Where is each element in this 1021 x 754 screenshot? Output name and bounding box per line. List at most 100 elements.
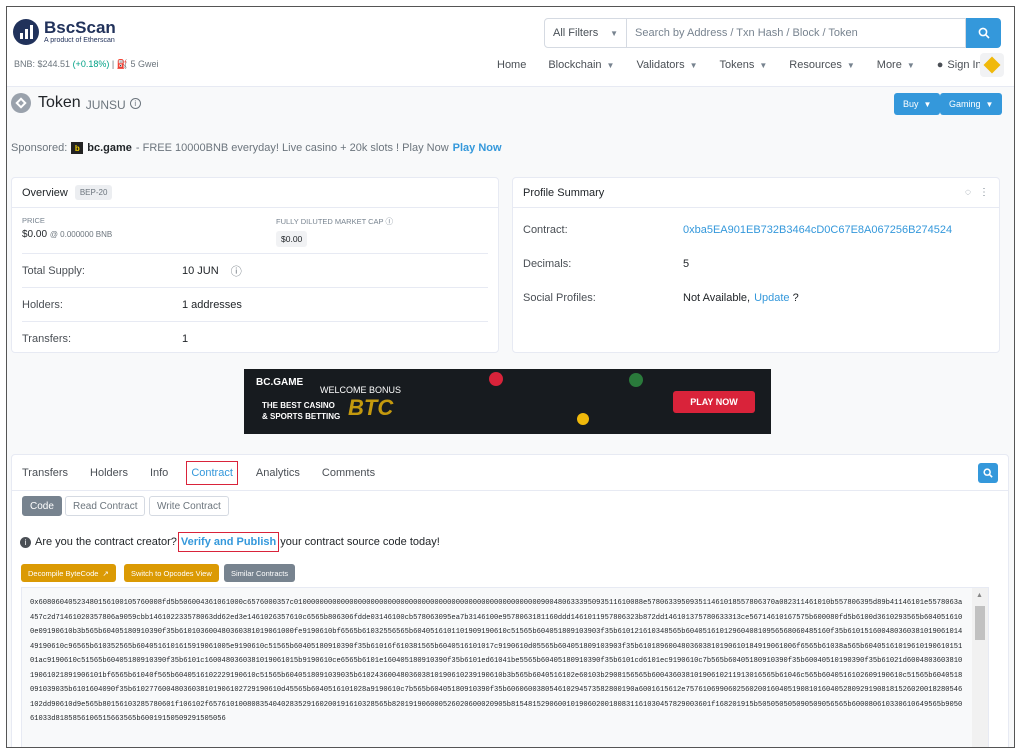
bscscan-logo[interactable]: BscScan A product of Etherscan (13, 19, 116, 45)
chevron-down-icon: ▼ (846, 60, 855, 70)
chevron-down-icon: ▼ (606, 60, 615, 70)
search-filter-select[interactable]: All Filters ▼ (544, 18, 627, 48)
scroll-thumb[interactable] (975, 606, 985, 640)
settings-icon[interactable]: ◌ (965, 187, 971, 198)
subtab-code[interactable]: Code (22, 496, 62, 516)
nav-more[interactable]: More ▼ (877, 59, 915, 71)
tab-info[interactable]: Info (150, 467, 168, 479)
search-input[interactable]: Search by Address / Txn Hash / Block / T… (627, 18, 966, 48)
tab-transfers[interactable]: Transfers (22, 467, 68, 479)
nav-validators[interactable]: Validators ▼ (636, 59, 697, 71)
subtab-read-contract[interactable]: Read Contract (65, 496, 146, 516)
chevron-down-icon: ▼ (689, 60, 698, 70)
nav-tokens[interactable]: Tokens ▼ (720, 59, 768, 71)
tab-analytics[interactable]: Analytics (256, 467, 300, 479)
supply-label: Total Supply: (22, 264, 85, 277)
tab-comments[interactable]: Comments (322, 467, 375, 479)
tab-bar: Transfers Holders Info Contract Analytic… (12, 455, 1008, 491)
logo-title: BscScan (44, 18, 116, 37)
search-button[interactable] (966, 18, 1001, 48)
bnb-icon (983, 56, 1001, 74)
verify-publish-link[interactable]: Verify and Publish (177, 532, 280, 552)
decimals-row: Decimals: 5 (523, 258, 689, 270)
gas-price: 5 Gwei (130, 59, 159, 69)
transfers-value: 1 (182, 332, 189, 345)
nav-sign-in[interactable]: ● Sign In (937, 59, 982, 71)
token-icon (11, 93, 31, 113)
social-value: Not Available, (683, 292, 751, 304)
token-name: JUNSU (85, 97, 126, 112)
nav-home[interactable]: Home (497, 59, 526, 71)
bcgame-banner[interactable]: BC.GAME WELCOME BONUS THE BEST CASINO & … (244, 369, 771, 434)
info-icon[interactable]: ⓘ (386, 217, 394, 226)
bnb-price: BNB: $244.51 (+0.18%) | ⛽ 5 Gwei (14, 59, 158, 70)
social-row: Social Profiles: Not Available, Update ? (523, 292, 799, 304)
banner-play-button[interactable]: PLAY NOW (673, 391, 755, 413)
contract-row: Contract: 0xba5EA901EB732B3464cD0C67E8A0… (523, 224, 952, 236)
fdmc-label: FULLY DILUTED MARKET CAP ⓘ (276, 217, 394, 226)
sponsored-label: Sponsored: (11, 142, 68, 154)
banner-line1: THE BEST CASINO (262, 401, 335, 410)
sponsored-brand[interactable]: bc.game (87, 142, 132, 154)
scroll-up-icon[interactable]: ▲ (976, 592, 983, 599)
token-standard-badge: BEP-20 (74, 185, 113, 200)
holders-label: Holders: (22, 298, 63, 311)
social-label: Social Profiles: (523, 292, 596, 304)
chevron-down-icon: ▼ (610, 28, 618, 38)
holders-row: Holders: 1 addresses (22, 287, 488, 321)
social-question: ? (792, 292, 799, 304)
sponsored-line: Sponsored: b bc.game - FREE 10000BNB eve… (11, 142, 502, 154)
profile-title: Profile Summary (523, 186, 605, 199)
page-title: Token (38, 94, 81, 111)
info-icon[interactable]: i (129, 97, 141, 109)
update-link[interactable]: Update (754, 292, 789, 304)
user-icon: ● (936, 59, 944, 71)
decimals-value: 5 (683, 258, 690, 270)
more-options-icon[interactable]: ⋮ (979, 187, 989, 198)
top-header: BscScan A product of Etherscan BNB: $244… (7, 7, 1014, 87)
search-icon (978, 27, 990, 39)
search-bar: All Filters ▼ Search by Address / Txn Ha… (544, 18, 1001, 48)
price-separator: | (111, 59, 115, 69)
chevron-down-icon: ▼ (759, 60, 768, 70)
nav-blockchain[interactable]: Blockchain ▼ (548, 59, 614, 71)
external-link-icon: ↗ (102, 568, 109, 578)
price-value: $0.00 (22, 229, 48, 240)
creator-pre: Are you the contract creator? (35, 536, 177, 548)
decompile-button[interactable]: Decompile ByteCode ↗ (21, 564, 116, 582)
chevron-down-icon: ▼ (923, 99, 932, 109)
info-icon: i (20, 536, 31, 548)
bnb-price-value: BNB: $244.51 (14, 59, 71, 69)
subtab-write-contract[interactable]: Write Contract (149, 496, 229, 516)
info-icon[interactable]: ⓘ (231, 263, 242, 279)
bytecode-text: 0x60806040523480156100105760008fd5b50600… (30, 599, 963, 723)
banner-welcome: WELCOME BONUS (320, 385, 402, 395)
transfers-label: Transfers: (22, 332, 72, 345)
buy-button[interactable]: Buy ▼ (894, 93, 941, 115)
tab-holders[interactable]: Holders (90, 467, 128, 479)
nav-resources[interactable]: Resources ▼ (789, 59, 855, 71)
contract-address-link[interactable]: 0xba5EA901EB732B3464cD0C67E8A067256B2745… (683, 224, 952, 236)
sponsored-text: - FREE 10000BNB everyday! Live casino + … (135, 142, 449, 154)
bytecode-scrollbar[interactable]: ▲ (972, 588, 988, 747)
price-bnb: @ 0.000000 BNB (49, 230, 113, 239)
creator-notice: i Are you the contract creator? Verify a… (20, 532, 440, 552)
gas-icon: ⛽ (116, 59, 128, 69)
token-header: Token JUNSU i (11, 93, 141, 113)
logo-subtitle: A product of Etherscan (44, 37, 115, 44)
gaming-button[interactable]: Gaming ▼ (940, 93, 1003, 115)
opcodes-view-button[interactable]: Switch to Opcodes View (124, 564, 219, 582)
tab-contract[interactable]: Contract (186, 460, 238, 485)
transfers-row: Transfers: 1 (22, 321, 488, 355)
bytecode-box[interactable]: 0x60806040523480156100105760008fd5b50600… (21, 587, 989, 747)
tab-search-button[interactable] (978, 463, 998, 483)
fdmc-value: $0.00 (276, 231, 308, 247)
total-supply-row: Total Supply: 10 JUN ⓘ (22, 253, 488, 287)
sponsored-cta[interactable]: Play Now (453, 142, 502, 154)
banner-coin: BTC (348, 395, 394, 420)
creator-post: your contract source code today! (280, 536, 440, 548)
bnb-network-button[interactable] (980, 53, 1004, 77)
similar-contracts-button[interactable]: Similar Contracts (224, 564, 296, 582)
overview-card: Overview BEP-20 PRICE $0.00 @ 0.000000 B… (11, 177, 499, 353)
main-nav: Home Blockchain ▼ Validators ▼ Tokens ▼ Res… (497, 57, 1004, 73)
